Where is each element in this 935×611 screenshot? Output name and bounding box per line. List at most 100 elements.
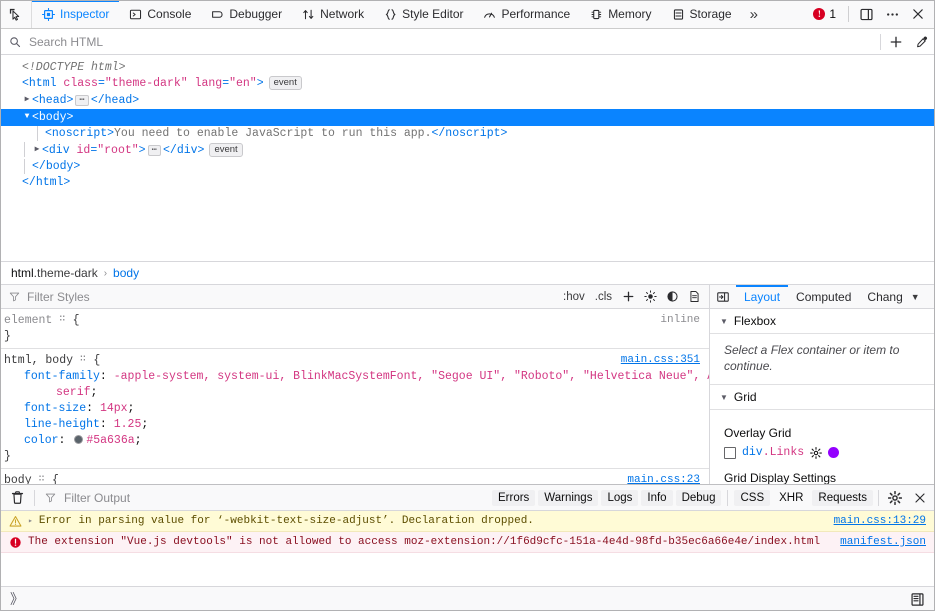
tab-changes[interactable]: Chang <box>859 285 910 308</box>
tab-storage[interactable]: Storage <box>662 0 742 28</box>
filter-styles-container[interactable] <box>0 289 558 305</box>
filter-info-button[interactable]: Info <box>641 490 672 506</box>
div-attr-id-name[interactable]: id <box>77 144 91 157</box>
markup-node-body-close[interactable]: </body> <box>0 159 935 175</box>
grid-section-header[interactable]: ▼ Grid <box>710 385 935 410</box>
console-message-error[interactable]: The extension "Vue.js devtools" is not a… <box>0 532 935 553</box>
filter-styles-input[interactable] <box>25 289 558 305</box>
pseudo-class-button[interactable]: :hov <box>558 289 590 305</box>
markup-node-html-close[interactable]: </html> <box>0 175 935 191</box>
dark-color-scheme-button[interactable] <box>661 287 683 307</box>
grid-color-swatch[interactable] <box>828 447 839 458</box>
toolbar-overflow-button[interactable]: » <box>742 0 766 28</box>
expand-twisty-div-root[interactable]: ▶ <box>32 142 42 158</box>
search-input[interactable] <box>27 34 880 50</box>
css-property-font-size[interactable]: font-size <box>24 402 86 415</box>
grid-settings-icon[interactable] <box>810 447 822 459</box>
css-rule-selector-row[interactable]: element ∷ { inline <box>0 312 709 329</box>
expand-ellipsis-head[interactable]: ⋯ <box>75 95 88 106</box>
css-rule-selector-row[interactable]: html, body ∷ { main.css:351 <box>0 352 709 369</box>
tab-debugger[interactable]: Debugger <box>201 0 292 28</box>
sidebar-overflow-button[interactable]: ▼ <box>911 285 926 308</box>
markup-node-div-root[interactable]: ▶<div id="root">⋯</div>event <box>0 142 935 159</box>
rule-grid-toggle-icon[interactable]: ∷ <box>39 472 46 484</box>
css-declaration-font-family[interactable]: font-family: -apple-system, system-ui, B… <box>0 369 709 385</box>
filter-debug-button[interactable]: Debug <box>676 490 722 506</box>
markup-node-body[interactable]: ▼<body> <box>0 109 935 126</box>
css-rule-element[interactable]: element ∷ { inline } <box>0 309 709 349</box>
light-color-scheme-button[interactable] <box>639 287 661 307</box>
filter-warnings-button[interactable]: Warnings <box>538 490 598 506</box>
css-value-line-height[interactable]: 1.25 <box>114 418 142 431</box>
eyedropper-button[interactable] <box>909 30 935 54</box>
breadcrumb-item-html[interactable]: html.theme-dark <box>11 266 98 280</box>
split-console-button[interactable] <box>853 1 879 27</box>
css-value-font-family[interactable]: -apple-system, system-ui, BlinkMacSystem… <box>114 370 709 383</box>
collapse-twisty-grid[interactable]: ▼ <box>720 393 728 402</box>
breadcrumb-item-body[interactable]: body <box>113 266 139 280</box>
console-message-warning[interactable]: ▸ Error in parsing value for ‘-webkit-te… <box>0 511 935 532</box>
tab-network[interactable]: Network <box>292 0 374 28</box>
css-rule-html-body[interactable]: html, body ∷ { main.css:351 font-family:… <box>0 349 709 469</box>
overlay-grid-selector[interactable]: div.Links <box>742 446 804 459</box>
filter-logs-button[interactable]: Logs <box>601 490 638 506</box>
close-console-button[interactable] <box>909 488 931 508</box>
rules-list[interactable]: element ∷ { inline } html, body ∷ { main… <box>0 309 709 484</box>
css-value-font-size[interactable]: 14px <box>100 402 128 415</box>
css-rule-body[interactable]: body ∷ { main.css:23 margin: ▸ 0; } <box>0 469 709 484</box>
div-attr-id-value[interactable]: "root" <box>97 144 138 157</box>
markup-node-noscript[interactable]: <noscript>You need to enable JavaScript … <box>0 126 935 142</box>
tab-style-editor[interactable]: Style Editor <box>374 0 473 28</box>
tab-performance[interactable]: Performance <box>473 0 580 28</box>
css-selector-element[interactable]: element <box>4 314 52 327</box>
filter-requests-button[interactable]: Requests <box>812 490 873 506</box>
css-rule-selector-row[interactable]: body ∷ { main.css:23 <box>0 472 709 484</box>
color-swatch-icon[interactable] <box>74 435 83 444</box>
css-declaration-font-size[interactable]: font-size: 14px; <box>0 401 709 417</box>
overlay-grid-item[interactable]: div.Links <box>724 446 921 459</box>
add-new-node-button[interactable] <box>883 30 909 54</box>
css-property-font-family[interactable]: font-family <box>24 370 100 383</box>
responsive-design-mode-button[interactable] <box>906 589 928 609</box>
statusbar-overflow-button[interactable]: 》 <box>7 589 27 609</box>
class-panel-button[interactable]: .cls <box>590 289 617 305</box>
rule-grid-toggle-icon[interactable]: ∷ <box>59 312 66 328</box>
css-value-color[interactable]: #5a636a <box>86 434 134 447</box>
markup-view[interactable]: <!DOCTYPE html> <html class="theme-dark"… <box>0 55 935 261</box>
tab-layout[interactable]: Layout <box>736 285 788 308</box>
tab-memory[interactable]: Memory <box>580 0 661 28</box>
clear-console-button[interactable] <box>0 490 34 505</box>
devtools-settings-menu-button[interactable] <box>879 1 905 27</box>
expand-sidebar-button[interactable] <box>710 285 736 308</box>
filter-css-button[interactable]: CSS <box>734 490 770 506</box>
markup-node-head[interactable]: ▶<head>⋯</head> <box>0 92 935 109</box>
event-badge-div-root[interactable]: event <box>209 143 242 157</box>
console-output[interactable]: ▸ Error in parsing value for ‘-webkit-te… <box>0 511 935 586</box>
html-attr-class-name[interactable]: class <box>63 77 98 90</box>
css-rule-source-body[interactable]: main.css:23 <box>627 472 700 484</box>
expand-ellipsis-div-root[interactable]: ⋯ <box>148 145 161 156</box>
element-picker-button[interactable] <box>0 0 32 28</box>
markup-node-doctype[interactable]: <!DOCTYPE html> <box>0 60 935 76</box>
print-media-button[interactable] <box>683 287 705 307</box>
collapse-twisty-body[interactable]: ▼ <box>22 109 32 125</box>
html-attr-class-value[interactable]: "theme-dark" <box>105 77 188 90</box>
console-error-source-link[interactable]: manifest.json <box>840 536 926 548</box>
console-warning-source-link[interactable]: main.css:13:29 <box>834 515 926 527</box>
overlay-grid-checkbox[interactable] <box>724 447 736 459</box>
filter-output-container[interactable] <box>35 490 492 506</box>
collapse-twisty-flexbox[interactable]: ▼ <box>720 317 728 326</box>
css-property-line-height[interactable]: line-height <box>24 418 100 431</box>
html-attr-lang-name[interactable]: lang <box>195 77 223 90</box>
expand-message-arrow[interactable]: ▸ <box>28 516 33 526</box>
css-declaration-color[interactable]: color: #5a636a; <box>0 433 709 449</box>
filter-errors-button[interactable]: Errors <box>492 490 535 506</box>
filter-xhr-button[interactable]: XHR <box>773 490 809 506</box>
tab-inspector[interactable]: Inspector <box>32 0 119 28</box>
event-badge-html[interactable]: event <box>269 76 302 90</box>
markup-node-html[interactable]: <html class="theme-dark" lang="en">event <box>0 76 935 92</box>
rule-grid-toggle-icon[interactable]: ∷ <box>80 352 87 368</box>
expand-twisty-head[interactable]: ▶ <box>22 92 32 108</box>
add-new-rule-button[interactable] <box>617 287 639 307</box>
filter-output-input[interactable] <box>62 490 492 506</box>
